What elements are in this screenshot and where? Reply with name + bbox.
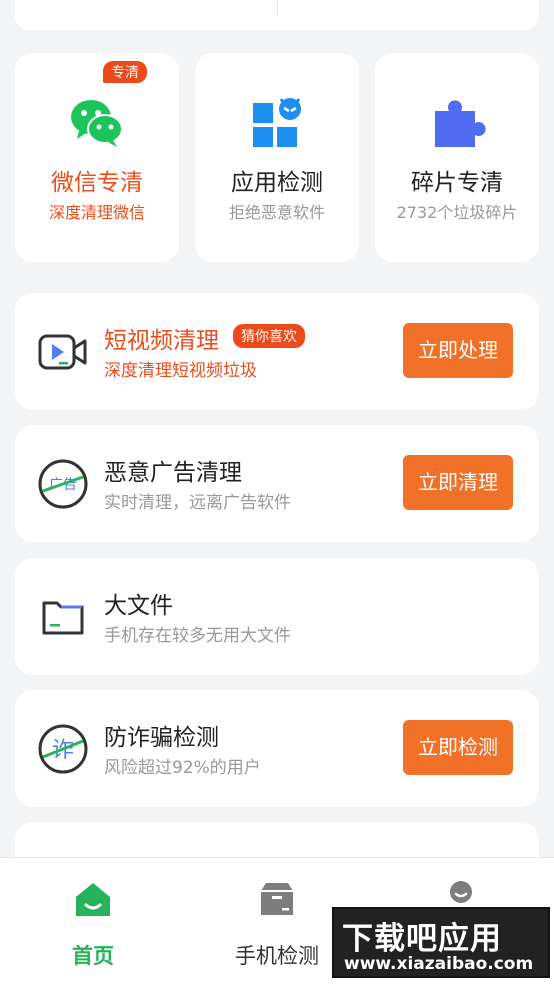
divider xyxy=(277,0,278,16)
tile-subtitle: 拒绝恶意软件 xyxy=(228,203,325,222)
row-large-files[interactable]: 大文件 手机存在较多无用大文件 xyxy=(15,558,539,675)
row-short-video-clean[interactable]: 短视频清理 猜你喜欢 深度清理短视频垃圾 立即处理 xyxy=(15,293,539,410)
tile-wechat-clean[interactable]: 专清 微信专清 深度清理微信 xyxy=(15,53,179,262)
tab-label: 首页 xyxy=(72,944,114,968)
row-title: 大文件 xyxy=(104,593,173,619)
tab-home[interactable]: 首页 xyxy=(23,858,163,985)
ad-block-icon: 广告 xyxy=(38,459,88,509)
folder-icon xyxy=(42,601,84,635)
row-title: 短视频清理 xyxy=(104,328,219,354)
anti-fraud-icon: 诈 xyxy=(38,724,88,774)
tab-phone-check[interactable]: 手机检测 xyxy=(207,858,347,985)
row-ad-clean[interactable]: 广告 恶意广告清理 实时清理，远离广告软件 立即清理 xyxy=(15,425,539,542)
tile-app-scan[interactable]: 应用检测 拒绝恶意软件 xyxy=(195,53,359,262)
watermark-title: 下载吧应用 xyxy=(342,921,502,957)
clean-now-button[interactable]: 立即清理 xyxy=(403,455,513,510)
handle-now-button[interactable]: 立即处理 xyxy=(403,323,513,378)
row-subtitle: 风险超过92%的用户 xyxy=(104,758,261,778)
detect-now-button[interactable]: 立即检测 xyxy=(403,720,513,775)
tile-fragment-clean[interactable]: 碎片专清 2732个垃圾碎片 xyxy=(375,53,539,262)
row-subtitle: 深度清理短视频垃圾 xyxy=(104,361,257,381)
phone-check-icon xyxy=(261,883,293,915)
tile-title: 碎片专清 xyxy=(411,170,503,196)
app-scan-icon xyxy=(253,98,301,147)
tile-subtitle: 2732个垃圾碎片 xyxy=(396,203,518,222)
wechat-icon xyxy=(71,100,123,147)
row-badge: 猜你喜欢 xyxy=(233,324,305,348)
home-icon xyxy=(76,883,110,916)
row-title: 防诈骗检测 xyxy=(104,725,219,751)
tile-title: 微信专清 xyxy=(51,170,143,196)
tab-label: 手机检测 xyxy=(235,944,319,968)
row-subtitle: 手机存在较多无用大文件 xyxy=(104,626,291,646)
top-card-remnant xyxy=(15,0,539,30)
watermark-url: www.xiazaibao.com xyxy=(344,954,534,974)
tile-subtitle: 深度清理微信 xyxy=(48,203,145,222)
tile-badge: 专清 xyxy=(103,61,147,83)
tile-title: 应用检测 xyxy=(231,170,323,196)
short-video-icon xyxy=(38,334,87,370)
row-title: 恶意广告清理 xyxy=(104,460,242,486)
row-anti-fraud[interactable]: 诈 防诈骗检测 风险超过92%的用户 立即检测 xyxy=(15,690,539,807)
puzzle-icon xyxy=(435,100,486,147)
watermark-logo: 下载吧应用 www.xiazaibao.com xyxy=(332,907,550,978)
row-subtitle: 实时清理，远离广告软件 xyxy=(104,493,291,513)
